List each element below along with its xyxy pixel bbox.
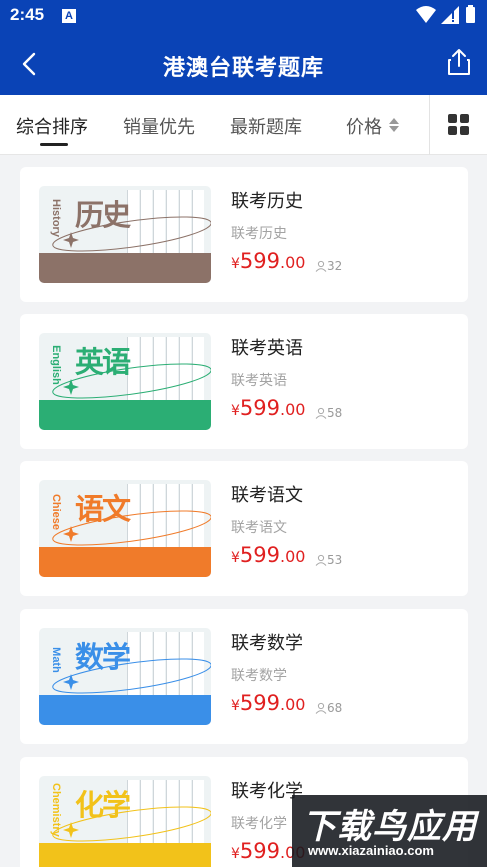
status-bar: 2:45 A: [0, 0, 487, 33]
product-card-math[interactable]: Math 数学 联考数学 联考数学 ¥599.00 68: [20, 609, 468, 744]
tab-divider: [429, 95, 430, 155]
product-title: 联考英语: [231, 338, 303, 359]
cover-orbit-decoration: [52, 510, 211, 546]
product-subtitle: 联考语文: [231, 520, 287, 536]
user-icon: [315, 260, 327, 272]
product-card-history[interactable]: History 历史 联考历史 联考历史 ¥599.00 32: [20, 167, 468, 302]
watermark: 下载鸟应用 www.xiazainiao.com: [292, 795, 487, 867]
product-subtitle: 联考数学: [231, 668, 287, 684]
tab-active-indicator: [40, 143, 68, 146]
cellular-icon: [441, 6, 459, 24]
share-icon[interactable]: [446, 48, 472, 76]
product-price: ¥599.00: [231, 396, 306, 420]
page-title: 港澳台联考题库: [162, 56, 324, 81]
product-thumbnail: Chiese 语文: [39, 480, 211, 577]
sales-count: 53: [315, 553, 342, 567]
user-icon: [315, 554, 327, 566]
cover-orbit-decoration: [52, 363, 211, 399]
grid-view-icon[interactable]: [448, 114, 469, 135]
product-subtitle: 联考化学: [231, 816, 287, 832]
product-card-chinese[interactable]: Chiese 语文 联考语文 联考语文 ¥599.00 53: [20, 461, 468, 596]
product-thumbnail: History 历史: [39, 186, 211, 283]
wifi-icon: [416, 6, 436, 23]
product-price: ¥599.00: [231, 249, 306, 273]
user-icon: [315, 702, 327, 714]
product-title: 联考数学: [231, 633, 303, 654]
cover-orbit-decoration: [52, 216, 211, 252]
sales-count: 58: [315, 406, 342, 420]
product-subtitle: 联考历史: [231, 226, 287, 242]
product-price: ¥599.00: [231, 691, 306, 715]
sales-count: 32: [315, 259, 342, 273]
cover-orbit-decoration: [52, 658, 211, 694]
tab-sales[interactable]: 销量优先: [123, 113, 195, 139]
user-icon: [315, 407, 327, 419]
status-time: 2:45: [10, 5, 45, 24]
product-title: 联考历史: [231, 191, 303, 212]
sort-tabs: 综合排序 销量优先 最新题库 价格: [0, 95, 487, 155]
cover-orbit-decoration: [52, 806, 211, 842]
product-subtitle: 联考英语: [231, 373, 287, 389]
notification-a-icon: A: [62, 9, 76, 23]
sort-arrows-icon: [389, 118, 399, 132]
watermark-url: www.xiazainiao.com: [308, 843, 434, 858]
nav-bar: 港澳台联考题库: [0, 33, 487, 95]
product-thumbnail: English 英语: [39, 333, 211, 430]
product-title: 联考语文: [231, 485, 303, 506]
product-thumbnail: Chemistry 化学: [39, 776, 211, 867]
sales-count: 68: [315, 701, 342, 715]
tab-comprehensive[interactable]: 综合排序: [16, 113, 88, 139]
battery-icon: [466, 5, 475, 23]
product-list: History 历史 联考历史 联考历史 ¥599.00 32 English …: [0, 155, 487, 867]
watermark-title: 下载鸟应用: [302, 807, 477, 847]
tab-price[interactable]: 价格: [346, 113, 382, 139]
product-card-english[interactable]: English 英语 联考英语 联考英语 ¥599.00 58: [20, 314, 468, 449]
tab-newest[interactable]: 最新题库: [230, 113, 302, 139]
product-thumbnail: Math 数学: [39, 628, 211, 725]
product-price: ¥599.00: [231, 543, 306, 567]
